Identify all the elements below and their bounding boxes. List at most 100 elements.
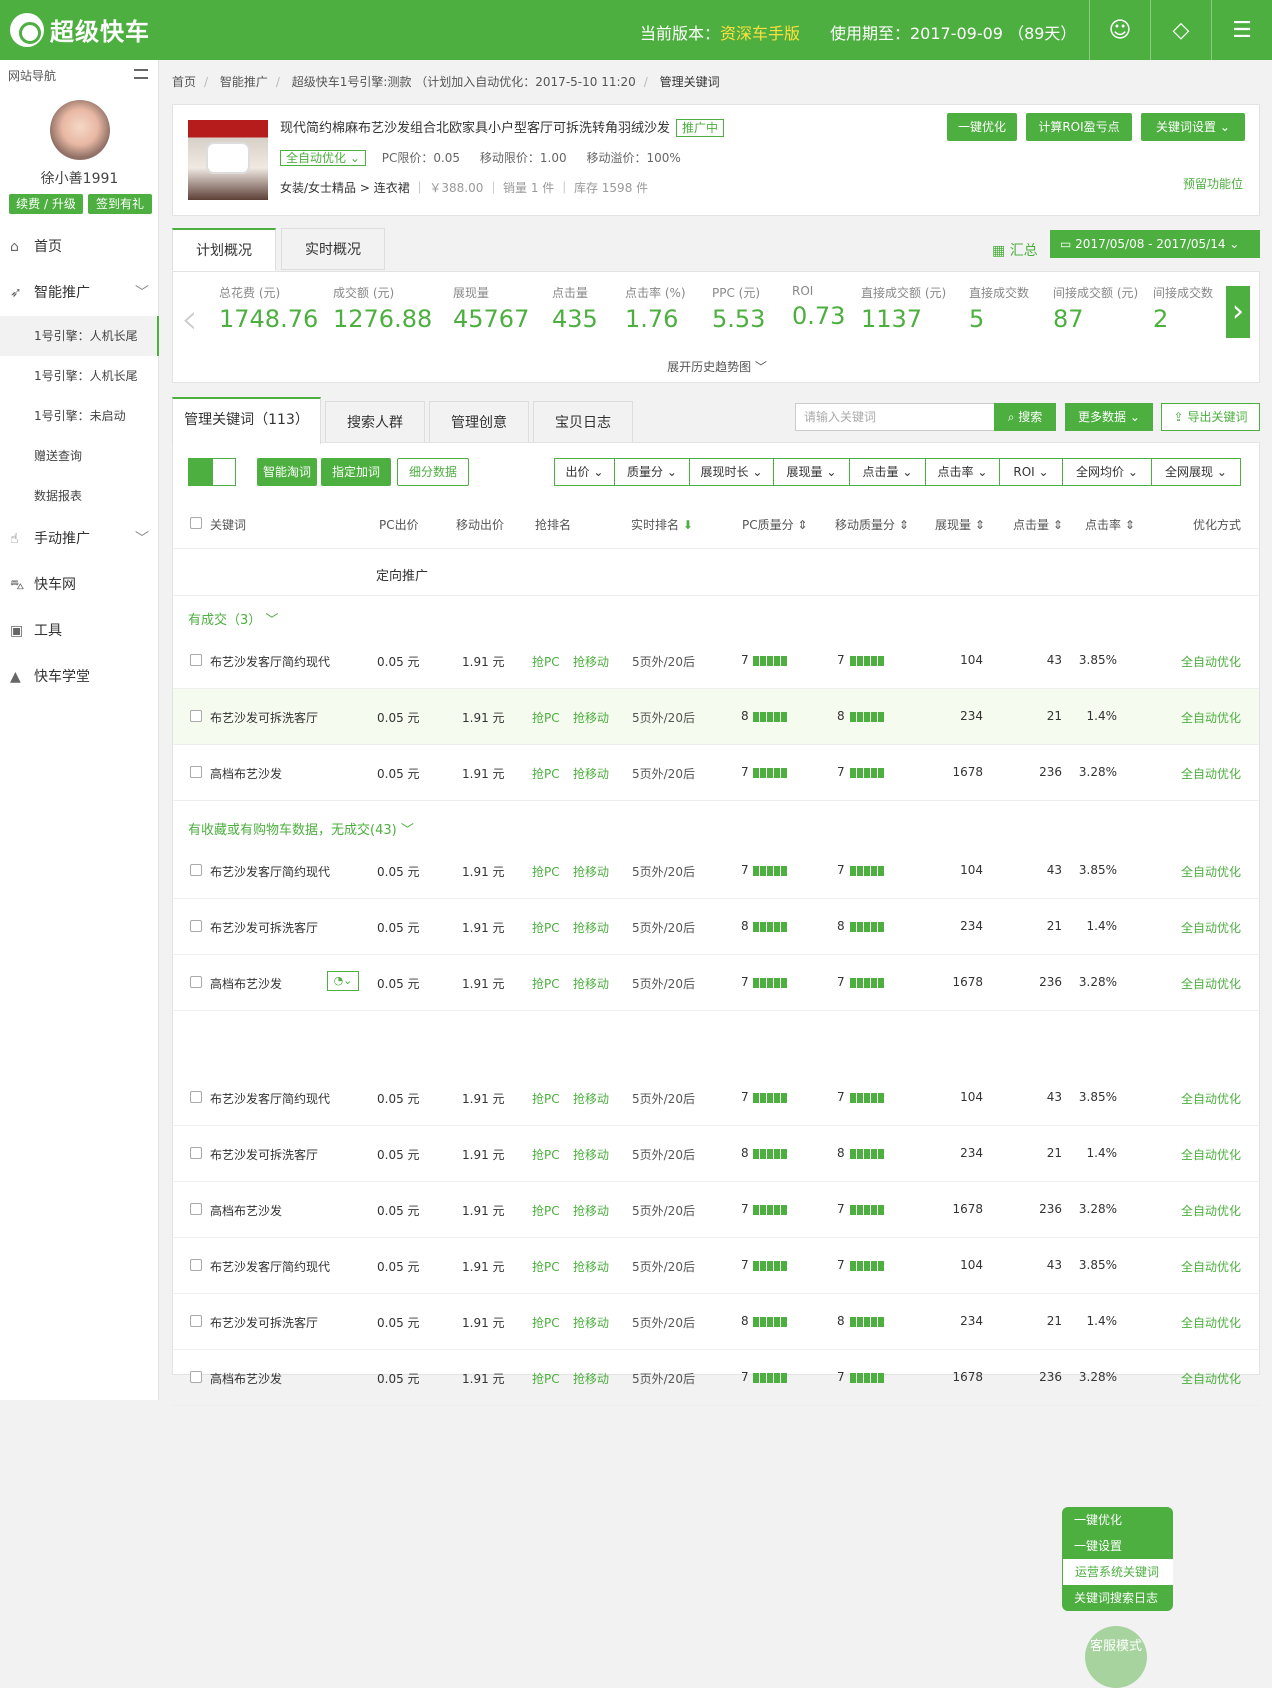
table-row[interactable]: 高档布艺沙发 0.05 元 1.91 元 抢PC 抢移动 5页外/20后 7 7 1678 236… — [173, 745, 1259, 801]
grab-pc-link[interactable]: 抢PC — [532, 1370, 560, 1387]
grab-pc-link[interactable]: 抢PC — [532, 1258, 560, 1275]
menu-item-search-log[interactable]: 关键词搜索日志 — [1062, 1585, 1173, 1611]
mobile-bid[interactable]: 1.91 元 — [462, 975, 505, 992]
pc-bid[interactable]: 0.05 元 — [377, 1314, 420, 1331]
assign-keyword-button[interactable]: 指定加词 — [321, 458, 391, 486]
table-row[interactable]: 布艺沙发客厅简约现代 0.05 元 1.91 元 抢PC 抢移动 5页外/20后 7 7 104… — [173, 1070, 1259, 1126]
mobile-bid[interactable]: 1.91 元 — [462, 1258, 505, 1275]
row-checkbox[interactable] — [190, 1315, 202, 1327]
chevron-right-icon[interactable]: › — [1226, 286, 1250, 338]
optimize-mode[interactable]: 全自动优化 — [1181, 709, 1241, 726]
breadcrumb-smart[interactable]: 智能推广 — [220, 75, 268, 89]
row-checkbox[interactable] — [190, 1371, 202, 1383]
tab-item-log[interactable]: 宝贝日志 — [533, 401, 633, 443]
pc-bid[interactable]: 0.05 元 — [377, 1258, 420, 1275]
grab-pc-link[interactable]: 抢PC — [532, 1314, 560, 1331]
table-row[interactable]: 布艺沙发可拆洗客厅 0.05 元 1.91 元 抢PC 抢移动 5页外/20后 8 8 234 2… — [173, 689, 1259, 745]
mobile-bid[interactable]: 1.91 元 — [462, 1370, 505, 1387]
table-row[interactable]: 高档布艺沙发 0.05 元 1.91 元 抢PC 抢移动 5页外/20后 7 7 1678 236… — [173, 955, 1259, 1011]
col-impressions[interactable]: 展现量 ⇕ — [935, 516, 985, 533]
filter-bid[interactable]: 出价 ⌄ — [555, 459, 615, 485]
optimize-mode[interactable]: 全自动优化 — [1181, 765, 1241, 782]
optimize-mode[interactable]: 全自动优化 — [1181, 1202, 1241, 1219]
row-checkbox[interactable] — [190, 1203, 202, 1215]
optimize-mode[interactable]: 全自动优化 — [1181, 1090, 1241, 1107]
sidebar-item-car-net[interactable]: ⛍ 快车网 — [0, 562, 159, 608]
tab-manage-creative[interactable]: 管理创意 — [429, 401, 529, 443]
filter-roi[interactable]: ROI ⌄ — [1000, 459, 1063, 485]
keyword-settings-button[interactable]: 关键词设置 ⌄ — [1141, 113, 1245, 141]
grab-pc-link[interactable]: 抢PC — [532, 1090, 560, 1107]
optimize-mode[interactable]: 全自动优化 — [1181, 919, 1241, 936]
row-checkbox[interactable] — [190, 864, 202, 876]
tab-manage-keywords[interactable]: 管理关键词（113） — [172, 397, 321, 444]
table-row[interactable]: 高档布艺沙发 0.05 元 1.91 元 抢PC 抢移动 5页外/20后 7 7 1678 236… — [173, 1350, 1259, 1406]
sidebar-item-school[interactable]: ▲ 快车学堂 — [0, 654, 159, 700]
pc-bid[interactable]: 0.05 元 — [377, 1090, 420, 1107]
row-checkbox[interactable] — [190, 1091, 202, 1103]
product-image[interactable] — [188, 120, 268, 200]
mobile-bid[interactable]: 1.91 元 — [462, 765, 505, 782]
sidebar-subitem[interactable]: 赠送查询 — [0, 436, 159, 476]
grab-mobile-link[interactable]: 抢移动 — [573, 1370, 609, 1387]
col-optimize[interactable]: 优化方式 — [1193, 516, 1241, 533]
sign-in-button[interactable]: 签到有礼 — [88, 194, 152, 214]
row-checkbox[interactable] — [190, 920, 202, 932]
mobile-bid[interactable]: 1.91 元 — [462, 1146, 505, 1163]
menu-item-system-keywords[interactable]: 运营系统关键词 — [1062, 1559, 1173, 1585]
grab-mobile-link[interactable]: 抢移动 — [573, 1258, 609, 1275]
table-row[interactable]: 高档布艺沙发 0.05 元 1.91 元 抢PC 抢移动 5页外/20后 7 7 1678 236… — [173, 1182, 1259, 1238]
row-checkbox[interactable] — [190, 1147, 202, 1159]
row-checkbox[interactable] — [190, 976, 202, 988]
grab-mobile-link[interactable]: 抢移动 — [573, 765, 609, 782]
select-all-checkbox[interactable] — [190, 517, 202, 529]
sidebar-subitem[interactable]: 1号引擎：人机长尾 — [0, 356, 159, 396]
filter-net-impressions[interactable]: 全网展现 ⌄ — [1152, 459, 1240, 485]
table-row[interactable]: 布艺沙发可拆洗客厅 0.05 元 1.91 元 抢PC 抢移动 5页外/20后 8 8 234 2… — [173, 899, 1259, 955]
grab-pc-link[interactable]: 抢PC — [532, 863, 560, 880]
grab-mobile-link[interactable]: 抢移动 — [573, 1090, 609, 1107]
col-keyword[interactable]: 关键词 — [210, 516, 246, 533]
optimize-mode[interactable]: 全自动优化 — [1181, 975, 1241, 992]
table-row[interactable]: 布艺沙发客厅简约现代 0.05 元 1.91 元 抢PC 抢移动 5页外/20后 7 7 104… — [173, 633, 1259, 689]
grab-mobile-link[interactable]: 抢移动 — [573, 1146, 609, 1163]
tab-search-crowd[interactable]: 搜索人群 — [325, 401, 425, 443]
filter-quality[interactable]: 质量分 ⌄ — [615, 459, 690, 485]
col-pc-bid[interactable]: PC出价 — [379, 516, 419, 533]
detail-data-button[interactable]: 细分数据 — [397, 458, 469, 486]
reserve-link[interactable]: 预留功能位 — [1183, 175, 1243, 192]
col-grab-rank[interactable]: 抢排名 — [535, 516, 571, 533]
optimize-mode[interactable]: 全自动优化 — [1181, 1370, 1241, 1387]
grab-pc-link[interactable]: 抢PC — [532, 919, 560, 936]
grab-pc-link[interactable]: 抢PC — [532, 1146, 560, 1163]
sidebar-subitem[interactable]: 1号引擎：人机长尾 — [0, 316, 159, 356]
filter-clicks[interactable]: 点击量 ⌄ — [850, 459, 926, 485]
row-checkbox[interactable] — [190, 710, 202, 722]
filter-ctr[interactable]: 点击率 ⌄ — [926, 459, 1000, 485]
group-header-fav[interactable]: 有收藏或有购物车数据，无成交(43) ﹀ — [188, 819, 414, 838]
smart-keyword-button[interactable]: 智能淘词 — [257, 458, 317, 486]
export-keywords-button[interactable]: ⇪ 导出关键词 — [1161, 403, 1260, 431]
grab-mobile-link[interactable]: 抢移动 — [573, 1314, 609, 1331]
menu-item-optimize[interactable]: 一键优化 — [1062, 1507, 1173, 1533]
one-click-optimize-button[interactable]: 一键优化 — [947, 113, 1017, 141]
pc-bid[interactable]: 0.05 元 — [377, 765, 420, 782]
pc-bid[interactable]: 0.05 元 — [377, 863, 420, 880]
grab-pc-link[interactable]: 抢PC — [532, 653, 560, 670]
sidebar-item-tools[interactable]: ▣ 工具 — [0, 608, 159, 654]
mobile-bid[interactable]: 1.91 元 — [462, 863, 505, 880]
mobile-bid[interactable]: 1.91 元 — [462, 653, 505, 670]
grab-mobile-link[interactable]: 抢移动 — [573, 863, 609, 880]
mobile-bid[interactable]: 1.91 元 — [462, 709, 505, 726]
view-list-icon[interactable] — [212, 458, 236, 486]
grab-mobile-link[interactable]: 抢移动 — [573, 709, 609, 726]
expand-trend-link[interactable]: 展开历史趋势图 ﹀ — [173, 358, 1261, 375]
search-button[interactable]: ⌕ 搜索 — [994, 403, 1056, 431]
logo[interactable]: 超级快车 — [10, 12, 150, 47]
col-realtime-rank[interactable]: 实时排名 ⬇ — [631, 516, 693, 533]
mobile-bid[interactable]: 1.91 元 — [462, 1202, 505, 1219]
avatar[interactable] — [50, 100, 110, 160]
pc-bid[interactable]: 0.05 元 — [377, 709, 420, 726]
mobile-bid[interactable]: 1.91 元 — [462, 1314, 505, 1331]
sidebar-item-home[interactable]: ⌂ 首页 — [0, 224, 159, 270]
